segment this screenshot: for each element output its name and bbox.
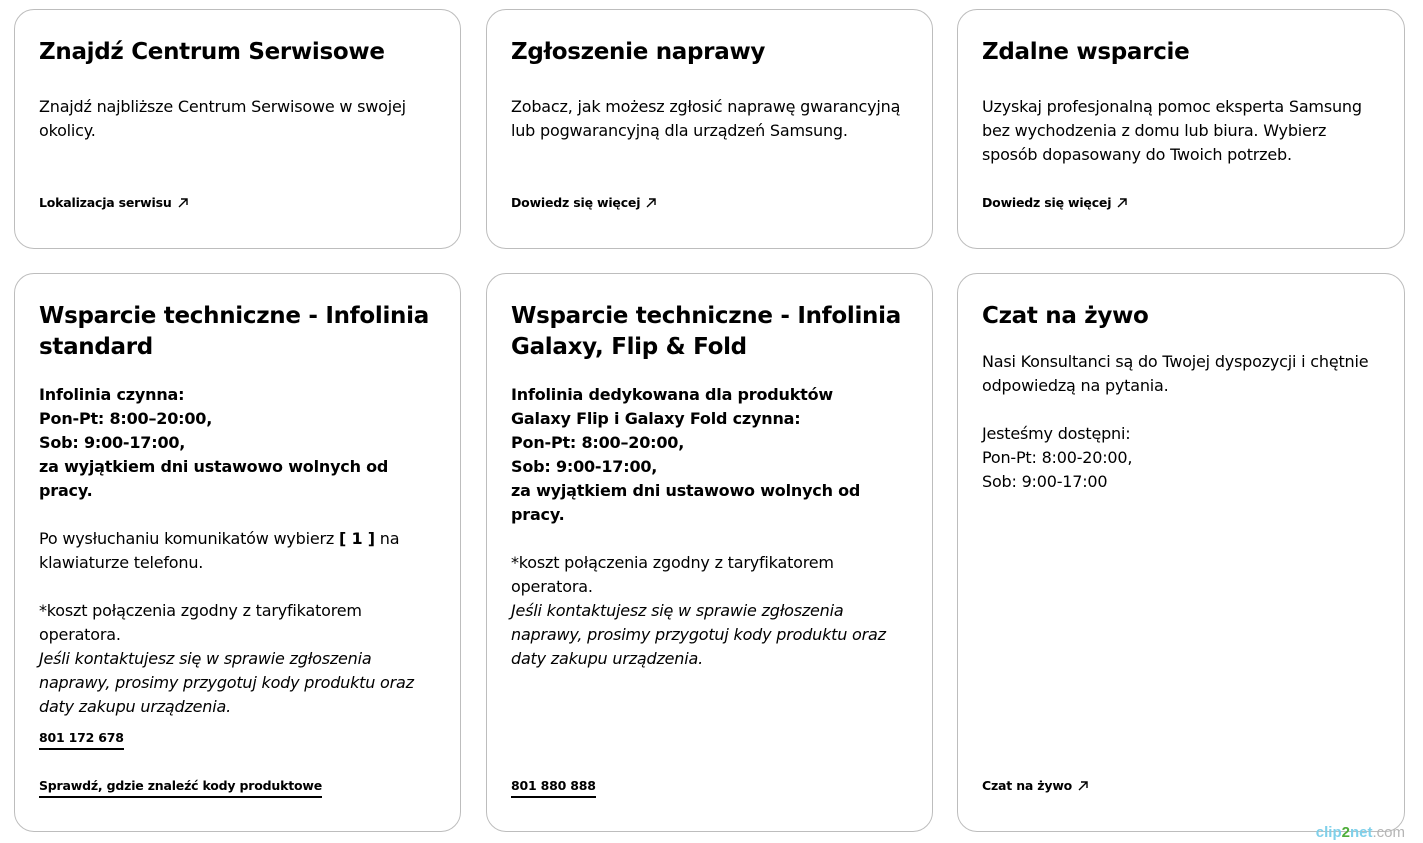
hours-line: za wyjątkiem dni ustawowo wolnych od pra… [39, 457, 389, 500]
hours-line: Galaxy Flip i Galaxy Fold czynna: [511, 409, 801, 428]
phone-link[interactable]: 801 172 678 [39, 730, 124, 750]
availability-line: Sob: 9:00-17:00 [982, 472, 1108, 491]
watermark-logo: clip2net.com [1315, 824, 1405, 841]
remote-support-card: Zdalne wsparcie Uzyskaj profesjonalną po… [957, 9, 1405, 249]
service-location-link[interactable]: Lokalizacja serwisu [39, 195, 189, 211]
product-codes-link[interactable]: Sprawdź, gdzie znaleźć kody produktowe [39, 778, 322, 798]
card-description: Zobacz, jak możesz zgłosić naprawę gwara… [511, 97, 901, 140]
card-title: Wsparcie techniczne - Infolinia Galaxy, … [511, 303, 901, 360]
hours-line: Pon-Pt: 8:00–20:00, [511, 433, 685, 452]
hotline-galaxy-card: Wsparcie techniczne - Infolinia Galaxy, … [486, 273, 933, 832]
hours-line: Infolinia dedykowana dla produktów [511, 385, 833, 404]
arrow-up-right-icon [1117, 197, 1127, 207]
arrow-up-right-icon [646, 197, 656, 207]
card-title: Czat na żywo [982, 303, 1149, 329]
availability-line: Jesteśmy dostępni: [982, 424, 1131, 443]
hotline-standard-card: Wsparcie techniczne - Infolinia standard… [14, 273, 461, 832]
arrow-up-right-icon [178, 197, 188, 207]
hours-line: Sob: 9:00-17:00, [39, 433, 186, 452]
service-center-card: Znajdź Centrum Serwisowe Znajdź najbliżs… [14, 9, 461, 249]
card-description: Uzyskaj profesjonalną pomoc eksperta Sam… [982, 97, 1362, 164]
repair-learn-more-link[interactable]: Dowiedz się więcej [511, 195, 657, 211]
card-description: Infolinia czynna: Pon-Pt: 8:00–20:00, So… [39, 383, 440, 719]
live-chat-link[interactable]: Czat na żywo [982, 778, 1089, 794]
hours-line: Infolinia czynna: [39, 385, 185, 404]
hours-line: Sob: 9:00-17:00, [511, 457, 658, 476]
hours-line: za wyjątkiem dni ustawowo wolnych od pra… [511, 481, 861, 524]
repair-note: Jeśli kontaktujesz się w sprawie zgłosze… [511, 601, 886, 668]
card-title: Zgłoszenie naprawy [511, 39, 766, 65]
cost-note: *koszt połączenia zgodny z taryfikatorem… [511, 553, 834, 596]
card-title: Zdalne wsparcie [982, 39, 1190, 65]
card-title: Wsparcie techniczne - Infolinia standard [39, 303, 429, 360]
remote-learn-more-link[interactable]: Dowiedz się więcej [982, 195, 1128, 211]
card-description: Infolinia dedykowana dla produktów Galax… [511, 383, 912, 671]
live-chat-card: Czat na żywo Nasi Konsultanci są do Twoj… [957, 273, 1405, 832]
card-description: Nasi Konsultanci są do Twojej dyspozycji… [982, 350, 1384, 494]
phone-link[interactable]: 801 880 888 [511, 778, 596, 798]
repair-note: Jeśli kontaktujesz się w sprawie zgłosze… [39, 649, 414, 716]
card-description: Znajdź najbliższe Centrum Serwisowe w sw… [39, 97, 406, 140]
availability-line: Pon-Pt: 8:00-20:00, [982, 448, 1133, 467]
card-title: Znajdź Centrum Serwisowe [39, 39, 385, 65]
repair-card: Zgłoszenie naprawy Zobacz, jak możesz zg… [486, 9, 933, 249]
arrow-up-right-icon [1078, 780, 1088, 790]
instruction-text: Po wysłuchaniu komunikatów wybierz [ 1 ]… [39, 529, 400, 572]
hours-line: Pon-Pt: 8:00–20:00, [39, 409, 213, 428]
cost-note: *koszt połączenia zgodny z taryfikatorem… [39, 601, 362, 644]
